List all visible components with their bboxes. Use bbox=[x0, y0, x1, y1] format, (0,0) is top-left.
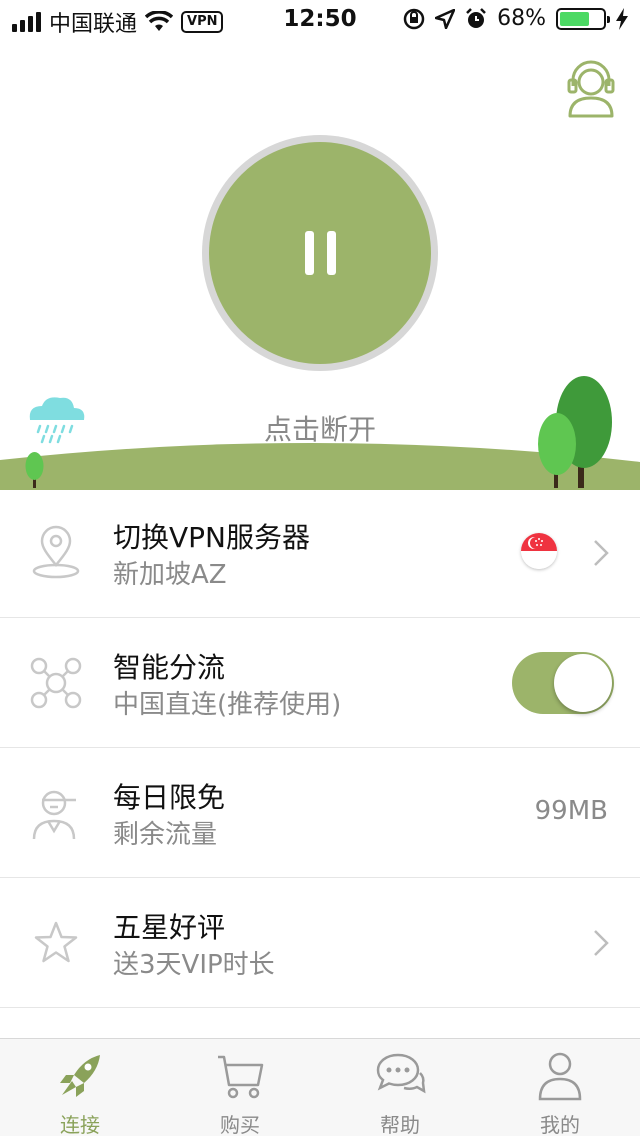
smart-routing-row: 智能分流 中国直连(推荐使用) bbox=[0, 618, 640, 748]
battery-percent: 68% bbox=[497, 6, 546, 31]
battery-icon bbox=[556, 7, 610, 30]
pause-icon-right-bar bbox=[327, 231, 336, 275]
tab-buy[interactable]: 购买 bbox=[160, 1039, 320, 1136]
status-right: 68% bbox=[403, 6, 628, 31]
charging-bolt-icon bbox=[616, 7, 628, 30]
connection-status-text: 点击断开 bbox=[263, 413, 376, 446]
customer-support-icon[interactable] bbox=[562, 60, 620, 120]
tab-buy-label: 购买 bbox=[220, 1113, 260, 1136]
battery-fill bbox=[560, 11, 589, 26]
chevron-right-icon bbox=[594, 540, 609, 566]
status-bar: 中国联通 VPN 12:50 68% bbox=[0, 0, 640, 40]
smart-routing-toggle[interactable] bbox=[512, 652, 614, 714]
tab-connect-label: 连接 bbox=[60, 1113, 100, 1136]
tab-help[interactable]: 帮助 bbox=[320, 1039, 480, 1136]
toggle-knob bbox=[554, 654, 612, 712]
location-pin-icon bbox=[32, 525, 80, 579]
chat-icon bbox=[376, 1053, 426, 1094]
tab-mine[interactable]: 我的 bbox=[480, 1039, 640, 1136]
location-arrow-icon bbox=[435, 8, 456, 29]
tab-bar: 连接 购买 帮助 我的 bbox=[0, 1038, 640, 1136]
five-star-review-row[interactable]: 五星好评 送3天VIP时长 bbox=[0, 878, 640, 1008]
user-icon bbox=[538, 1052, 582, 1101]
star-icon bbox=[34, 921, 78, 963]
user-badge-icon bbox=[32, 790, 76, 840]
tab-mine-label: 我的 bbox=[540, 1113, 580, 1136]
settings-list: 切换VPN服务器 新加坡AZ 智能分流 中国直连(推荐使用) 每日限免 剩余流量… bbox=[0, 488, 640, 1008]
switch-server-row[interactable]: 切换VPN服务器 新加坡AZ bbox=[0, 488, 640, 618]
five-star-review-subtitle: 送3天VIP时长 bbox=[113, 950, 275, 980]
pause-icon-left-bar bbox=[305, 231, 314, 275]
alarm-icon bbox=[466, 7, 486, 28]
switch-server-subtitle: 新加坡AZ bbox=[113, 560, 227, 590]
chevron-right-icon bbox=[594, 930, 609, 956]
tab-connect[interactable]: 连接 bbox=[0, 1039, 160, 1136]
smart-routing-title: 智能分流 bbox=[113, 651, 226, 684]
network-nodes-icon bbox=[30, 657, 82, 709]
daily-free-title: 每日限免 bbox=[113, 781, 226, 814]
cart-icon bbox=[218, 1055, 264, 1099]
five-star-review-title: 五星好评 bbox=[113, 911, 226, 944]
singapore-flag-icon bbox=[521, 533, 557, 569]
connect-toggle-button[interactable] bbox=[209, 142, 431, 364]
rotation-lock-icon bbox=[403, 8, 425, 29]
remaining-traffic-value: 99MB bbox=[534, 796, 608, 826]
rocket-icon bbox=[60, 1055, 100, 1097]
smart-routing-subtitle: 中国直连(推荐使用) bbox=[113, 690, 342, 720]
daily-free-subtitle: 剩余流量 bbox=[113, 820, 218, 850]
tab-help-label: 帮助 bbox=[380, 1113, 420, 1136]
daily-free-row: 每日限免 剩余流量 99MB bbox=[0, 748, 640, 878]
switch-server-title: 切换VPN服务器 bbox=[113, 521, 310, 554]
